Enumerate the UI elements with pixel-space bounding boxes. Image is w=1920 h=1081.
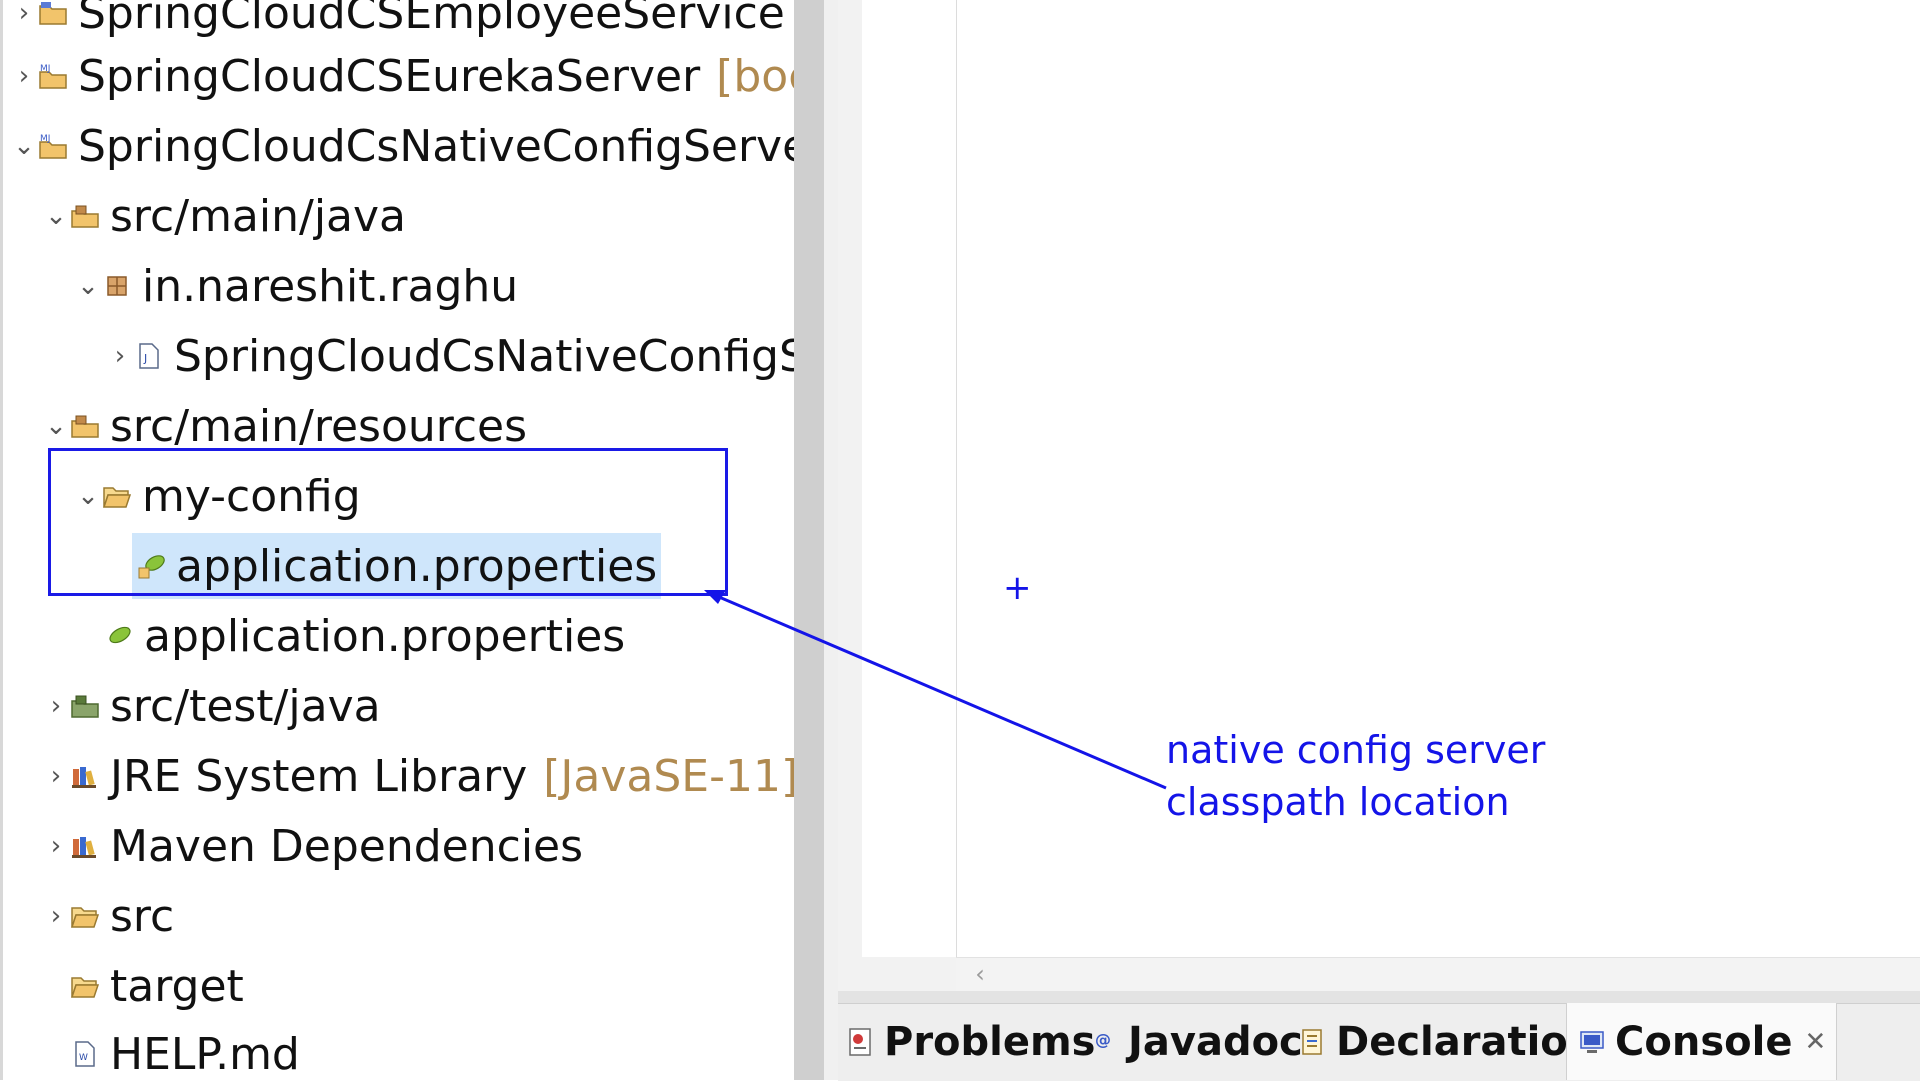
annotation-line-1: native config server xyxy=(1166,728,1546,772)
annotation-text: native config server classpath location xyxy=(1166,724,1545,828)
annotation-line-2: classpath location xyxy=(1166,780,1510,824)
annotation-arrow xyxy=(704,590,1167,790)
crosshair-cursor: + xyxy=(1003,568,1032,608)
